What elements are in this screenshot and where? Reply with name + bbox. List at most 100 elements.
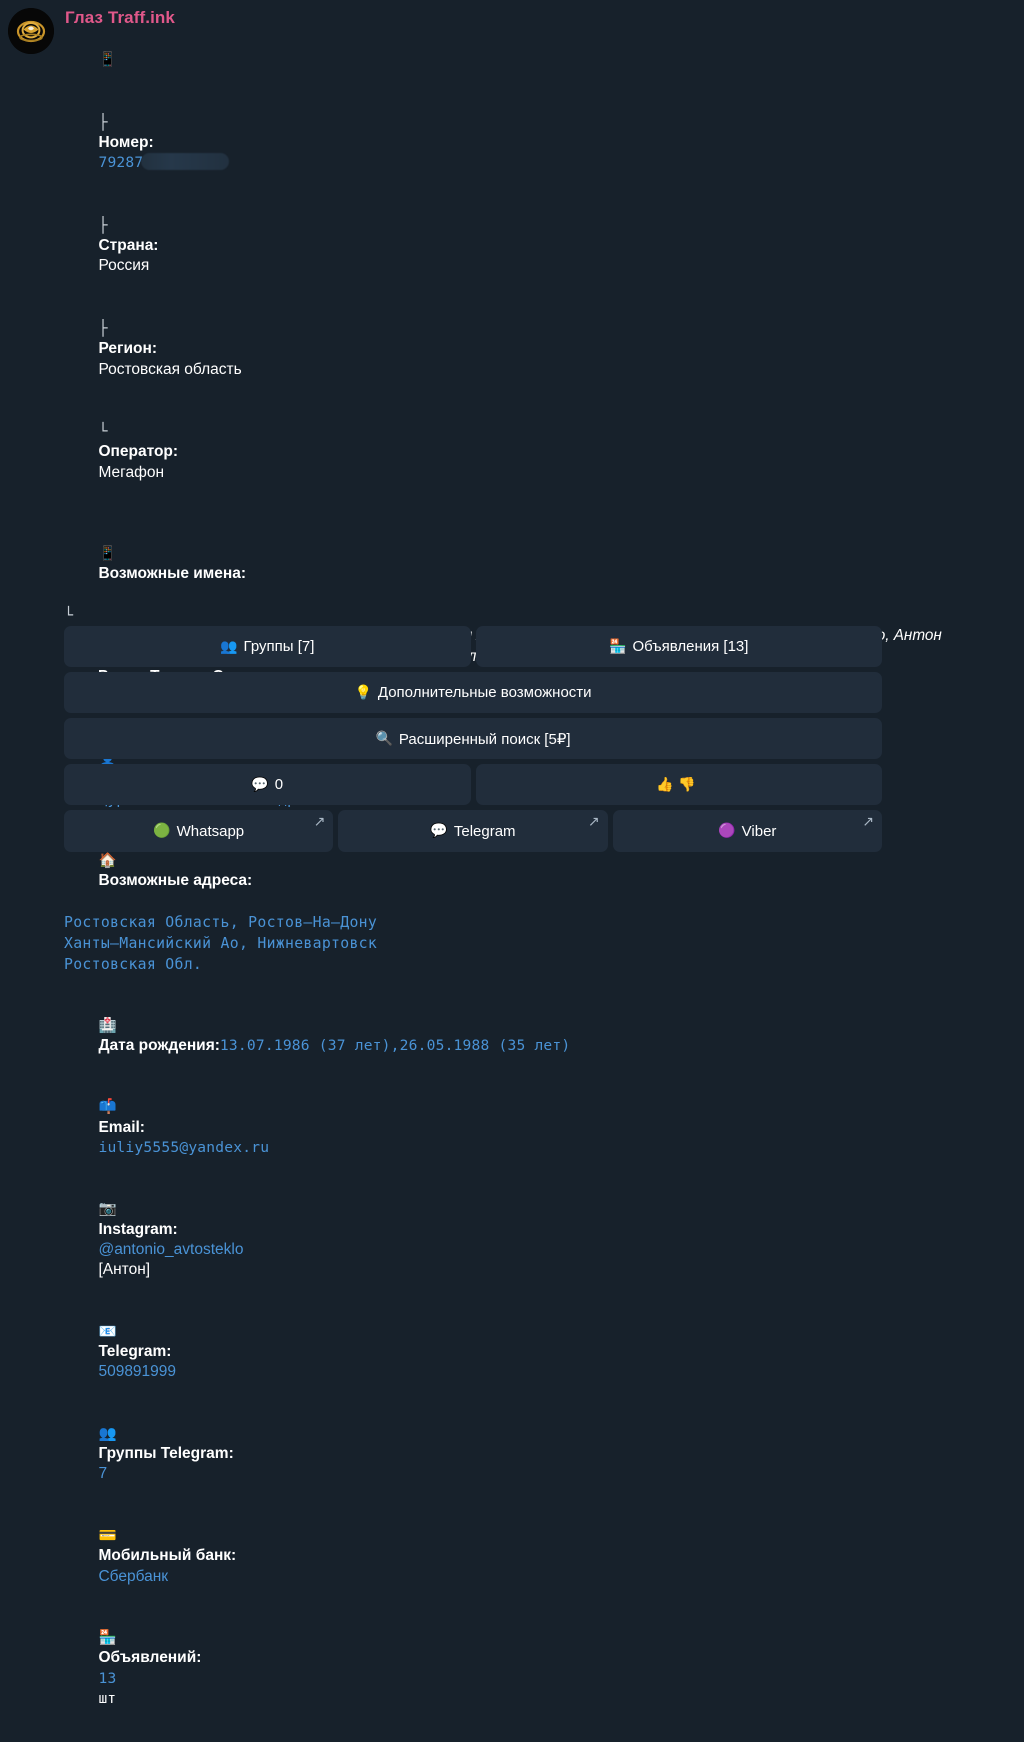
keyboard-row: 💬 0 👍 👎 xyxy=(64,764,882,805)
keyboard-row: 🟢 Whatsapp ↗ 💬 Telegram ↗ 🟣 Viber ↗ xyxy=(64,810,882,852)
camera-icon: 📷 xyxy=(98,1201,116,1217)
phone-number-value[interactable]: 79287 xyxy=(98,154,143,171)
store-icon: 🏪 xyxy=(609,640,626,654)
spacer xyxy=(64,1730,944,1742)
avatar[interactable] xyxy=(8,8,54,54)
spacer xyxy=(64,503,944,523)
vote-button[interactable]: 👍 👎 xyxy=(476,764,883,805)
external-link-icon: ↗ xyxy=(314,814,326,830)
detail-row-ads-count: 🏪 Объявлений: 13 шт xyxy=(64,1607,944,1729)
instagram-suffix: [Антон] xyxy=(98,1261,150,1278)
detail-row-instagram: 📷 Instagram: @antonio_avtosteklo [Антон] xyxy=(64,1179,944,1301)
purple-circle-icon: 🟣 xyxy=(718,824,735,838)
external-link-icon: ↗ xyxy=(588,814,600,830)
green-circle-icon: 🟢 xyxy=(153,824,170,838)
email-value[interactable]: iuliy5555@yandex.ru xyxy=(98,1139,269,1156)
email-label: Email: xyxy=(98,1119,145,1136)
advanced-search-button[interactable]: 🔍 Расширенный поиск [5₽] xyxy=(64,718,882,759)
hospital-icon: 🏥 xyxy=(98,1018,116,1034)
lightbulb-icon: 💡 xyxy=(354,686,371,700)
phone-row-country: ├ Страна: Россия xyxy=(64,194,944,297)
detail-row-telegram-groups: 👥 Группы Telegram: 7 xyxy=(64,1403,944,1505)
telegram-value[interactable]: 509891999 xyxy=(98,1363,176,1380)
magnifier-icon: 🔍 xyxy=(375,732,392,746)
country-label: Страна: xyxy=(98,237,158,254)
operator-value: Мегафон xyxy=(98,464,164,481)
details-block: 🏥 Дата рождения:13.07.1986 (37 лет),26.0… xyxy=(64,995,944,1730)
comments-button[interactable]: 💬 0 xyxy=(64,764,471,805)
birthdate-label: Дата рождения: xyxy=(98,1037,219,1054)
busts-icon: 👥 xyxy=(98,1426,116,1442)
keyboard-row: 👥 Группы [7] 🏪 Объявления [13] xyxy=(64,626,882,667)
phone-row-region: ├ Регион: Ростовская область xyxy=(64,297,944,400)
phone-row-number: ├ Номер: 79287 xyxy=(64,91,944,194)
ads-count-unit: шт xyxy=(98,1690,116,1707)
tree-branch-icon: ├ xyxy=(98,216,107,234)
busts-icon: 👥 xyxy=(220,640,237,654)
tree-branch-icon: ├ xyxy=(98,113,107,131)
brand-title: Глаз Traff.ink xyxy=(65,8,175,28)
instagram-value[interactable]: @antonio_avtosteklo xyxy=(98,1241,243,1258)
button-label: Расширенный поиск [5₽] xyxy=(399,730,571,748)
spacer xyxy=(64,975,944,995)
region-label: Регион: xyxy=(98,340,157,357)
telegram-label: Telegram: xyxy=(98,1343,171,1360)
phone-block: 📱 ├ Номер: 79287 ├ Страна: Россия ├ Реги… xyxy=(64,30,944,503)
store-icon: 🏪 xyxy=(98,1630,116,1646)
button-label: Объявления [13] xyxy=(632,638,748,655)
address-item[interactable]: Ростовская Область, Ростов–На–Дону xyxy=(64,912,944,933)
possible-names-title-line: 📱 Возможные имена: xyxy=(64,523,944,605)
phone-number-label: Номер: xyxy=(98,134,153,151)
phone-row-operator: └ Оператор: Мегафон xyxy=(64,400,944,503)
ads-count-label: Объявлений: xyxy=(98,1649,201,1666)
region-value: Ростовская область xyxy=(98,361,241,378)
detail-row-birthdate: 🏥 Дата рождения:13.07.1986 (37 лет),26.0… xyxy=(64,995,944,1077)
button-label: Viber xyxy=(742,823,777,840)
instagram-label: Instagram: xyxy=(98,1221,177,1238)
redaction-overlay xyxy=(141,153,229,170)
button-label: Telegram xyxy=(454,823,516,840)
viber-link-button[interactable]: 🟣 Viber ↗ xyxy=(613,810,882,852)
keyboard-row: 💡 Дополнительные возможности xyxy=(64,672,882,713)
mobile-phone-icon: 📱 xyxy=(98,546,116,562)
address-item[interactable]: Ханты–Мансийский Ао, Нижневартовск xyxy=(64,933,944,954)
birthdate-value: 13.07.1986 (37 лет),26.05.1988 (35 лет) xyxy=(220,1037,570,1054)
button-label: Дополнительные возможности xyxy=(378,684,592,701)
button-label: 0 xyxy=(275,776,283,793)
possible-names-label: Возможные имена: xyxy=(98,565,246,582)
detail-row-mobile-bank: 💳 Мобильный банк: Сбербанк xyxy=(64,1505,944,1607)
tree-branch-icon: ├ xyxy=(98,319,107,337)
envelope-icon: 📧 xyxy=(98,1324,116,1340)
operator-label: Оператор: xyxy=(98,443,178,460)
whatsapp-link-button[interactable]: 🟢 Whatsapp ↗ xyxy=(64,810,333,852)
mobile-bank-label: Мобильный банк: xyxy=(98,1547,236,1564)
detail-row-telegram: 📧 Telegram: 509891999 xyxy=(64,1301,944,1403)
mailbox-icon: 📫 xyxy=(98,1099,116,1115)
thumbs-icons: 👍 👎 xyxy=(656,778,695,792)
phone-block-icon-line: 📱 xyxy=(64,30,944,91)
inline-keyboard: 👥 Группы [7] 🏪 Объявления [13] 💡 Дополни… xyxy=(64,626,882,857)
speech-balloon-icon: 💬 xyxy=(430,824,447,838)
address-item[interactable]: Ростовская Обл. xyxy=(64,954,944,975)
mobile-bank-value: Сбербанк xyxy=(98,1568,168,1585)
message-body: 📱 ├ Номер: 79287 ├ Страна: Россия ├ Реги… xyxy=(64,30,944,1742)
keyboard-row: 🔍 Расширенный поиск [5₽] xyxy=(64,718,882,759)
external-link-icon: ↗ xyxy=(862,814,874,830)
tree-end-icon: └ xyxy=(64,606,73,624)
credit-card-icon: 💳 xyxy=(98,1528,116,1544)
button-label: Whatsapp xyxy=(177,823,245,840)
groups-button[interactable]: 👥 Группы [7] xyxy=(64,626,471,667)
detail-row-email: 📫 Email: iuliy5555@yandex.ru xyxy=(64,1077,944,1179)
telegram-groups-value: 7 xyxy=(98,1465,107,1482)
button-label: Группы [7] xyxy=(244,638,315,655)
extra-features-button[interactable]: 💡 Дополнительные возможности xyxy=(64,672,882,713)
tree-end-icon: └ xyxy=(98,422,107,440)
ads-count-value: 13 xyxy=(98,1670,116,1687)
mobile-phone-icon: 📱 xyxy=(98,52,116,68)
speech-balloon-icon: 💬 xyxy=(251,778,268,792)
telegram-bot-message-screen: Глаз Traff.ink 📱 ├ Номер: 79287 ├ Страна… xyxy=(0,0,1024,871)
telegram-link-button[interactable]: 💬 Telegram ↗ xyxy=(338,810,607,852)
ads-button[interactable]: 🏪 Объявления [13] xyxy=(476,626,883,667)
eye-logo-icon xyxy=(8,8,54,54)
addresses-label: Возможные адреса: xyxy=(98,872,252,889)
